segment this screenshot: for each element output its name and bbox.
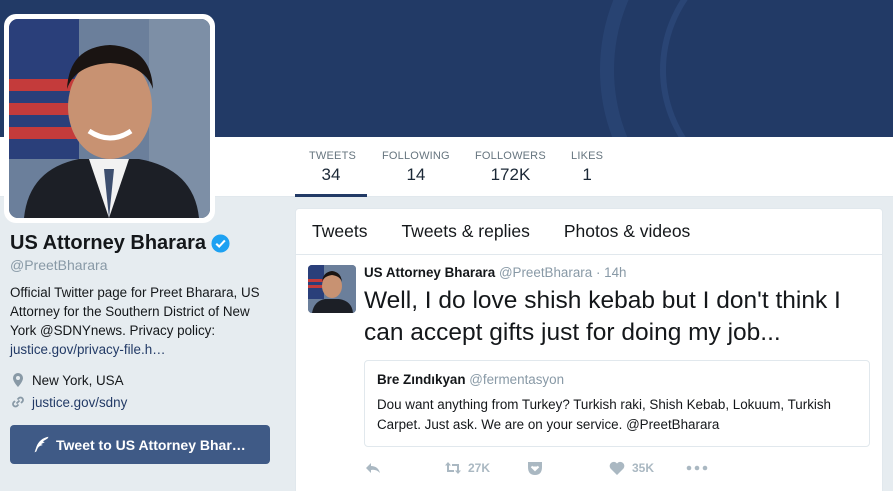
profile-name[interactable]: US Attorney Bharara bbox=[10, 232, 206, 255]
location-row: New York, USA bbox=[10, 369, 275, 391]
name-row: US Attorney Bharara bbox=[10, 232, 275, 255]
quote-text: Dou want anything from Turkey? Turkish r… bbox=[377, 397, 832, 432]
stat-label: TWEETS bbox=[309, 150, 357, 162]
avatar-portrait bbox=[9, 19, 210, 218]
website-link[interactable]: justice.gov/sdny bbox=[32, 395, 127, 410]
stat-following[interactable]: FOLLOWING 14 bbox=[368, 137, 464, 197]
avatar-image bbox=[9, 19, 210, 218]
location-text: New York, USA bbox=[32, 372, 124, 388]
reply-button[interactable] bbox=[364, 459, 388, 477]
bio-text: Official Twitter page for Preet Bharara,… bbox=[10, 285, 260, 338]
tab-photos-videos[interactable]: Photos & videos bbox=[564, 221, 690, 242]
reply-icon bbox=[366, 463, 380, 473]
retweet-button[interactable]: 27K bbox=[444, 459, 490, 477]
tweet-avatar-portrait bbox=[308, 265, 356, 313]
tab-tweets-replies[interactable]: Tweets & replies bbox=[401, 221, 529, 242]
profile-avatar[interactable] bbox=[4, 14, 215, 223]
timeline: Tweets Tweets & replies Photos & videos … bbox=[295, 208, 883, 491]
stat-label: FOLLOWING bbox=[382, 150, 450, 162]
bio-link[interactable]: justice.gov/privacy-file.h… bbox=[10, 342, 166, 357]
tweet-actions: 27K 35K bbox=[364, 459, 870, 489]
stat-value: 172K bbox=[490, 165, 531, 184]
link-icon bbox=[12, 396, 24, 408]
stat-followers[interactable]: FOLLOWERS 172K bbox=[461, 137, 560, 197]
tweet-to-label: Tweet to US Attorney Bhar… bbox=[56, 436, 246, 453]
profile-card: US Attorney Bharara @PreetBharara Offici… bbox=[10, 232, 275, 464]
more-button[interactable] bbox=[686, 459, 714, 477]
more-dots-icon bbox=[686, 465, 708, 471]
quote-author-handle: @fermentasyon bbox=[469, 372, 565, 387]
profile-handle[interactable]: @PreetBharara bbox=[10, 257, 275, 273]
stat-tweets[interactable]: TWEETS 34 bbox=[295, 137, 367, 197]
feather-quill-icon bbox=[34, 436, 49, 452]
stat-label: LIKES bbox=[571, 150, 604, 162]
profile-meta: New York, USA justice.gov/sdny bbox=[10, 369, 275, 413]
tweet-author-handle[interactable]: @PreetBharara bbox=[499, 265, 592, 280]
tweet-timestamp[interactable]: · 14h bbox=[596, 265, 627, 280]
verified-badge-icon bbox=[211, 234, 230, 253]
profile-bio: Official Twitter page for Preet Bharara,… bbox=[10, 283, 275, 359]
stat-value: 34 bbox=[321, 165, 341, 184]
stat-likes[interactable]: LIKES 1 bbox=[557, 137, 617, 197]
tweet-item[interactable]: US Attorney Bharara @PreetBharara · 14h … bbox=[296, 255, 882, 489]
tab-tweets[interactable]: Tweets bbox=[312, 221, 367, 242]
retweet-icon bbox=[445, 462, 461, 474]
website-row: justice.gov/sdny bbox=[10, 391, 275, 413]
pocket-button[interactable] bbox=[526, 459, 550, 477]
tweet-text: Well, I do love shish kebab but I don't … bbox=[364, 287, 841, 346]
banner-seal-inner bbox=[660, 0, 893, 137]
quote-author-name: Bre Zındıkyan bbox=[377, 372, 466, 387]
stat-value: 1 bbox=[582, 165, 592, 184]
heart-icon bbox=[609, 461, 625, 475]
stat-label: FOLLOWERS bbox=[475, 150, 546, 162]
retweet-count: 27K bbox=[468, 461, 491, 475]
tweet-to-button[interactable]: Tweet to US Attorney Bhar… bbox=[10, 425, 270, 464]
location-pin-icon bbox=[13, 373, 23, 387]
quote-header: Bre Zındıkyan @fermentasyon bbox=[377, 372, 857, 387]
stat-value: 14 bbox=[406, 165, 426, 184]
quoted-tweet[interactable]: Bre Zındıkyan @fermentasyon Dou want any… bbox=[364, 360, 870, 447]
like-button[interactable]: 35K bbox=[608, 459, 654, 477]
tweet-author-name[interactable]: US Attorney Bharara bbox=[364, 265, 495, 280]
tweet-header: US Attorney Bharara @PreetBharara · 14h bbox=[364, 265, 870, 280]
timeline-tabs: Tweets Tweets & replies Photos & videos bbox=[296, 209, 882, 255]
pocket-icon bbox=[528, 462, 542, 475]
like-count: 35K bbox=[632, 461, 655, 475]
tweet-avatar[interactable] bbox=[308, 265, 356, 313]
